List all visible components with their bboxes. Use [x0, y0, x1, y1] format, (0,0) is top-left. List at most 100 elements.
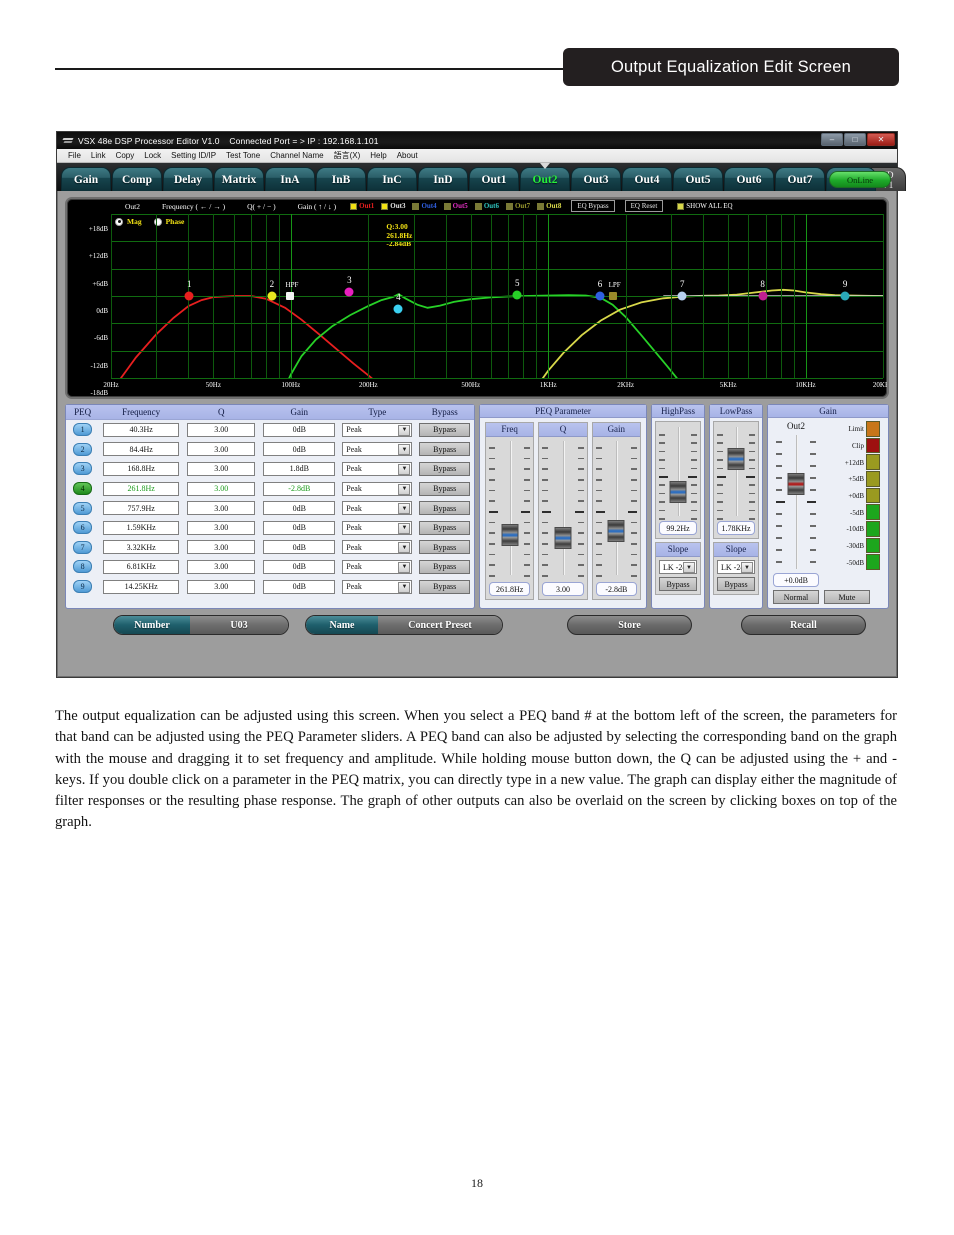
menu-item-setting-id-ip[interactable]: Setting ID/IP [166, 151, 221, 160]
lowpass-value-field[interactable]: 1.78KHz [717, 521, 755, 535]
peq-q-field-2[interactable]: 3.00 [187, 442, 256, 457]
overlay-toggle-out7[interactable]: Out7 [505, 202, 530, 210]
overlay-toggle-out4[interactable]: Out4 [412, 202, 437, 210]
peq-row-4[interactable]: 4 261.8Hz 3.00 -2.8dB Peak ▼ Bypass [66, 479, 474, 499]
peq-row-1[interactable]: 1 40.3Hz 3.00 0dB Peak ▼ Bypass [66, 420, 474, 440]
peq-frequency-field-3[interactable]: 168.8Hz [103, 461, 180, 476]
peq-gain-field-1[interactable]: 0dB [263, 422, 336, 437]
gain-slider-thumb[interactable] [787, 473, 805, 495]
peq-band-button-6[interactable]: 6 [73, 521, 93, 535]
online-status-button[interactable]: OnLine [829, 171, 891, 188]
eq-band-marker-6[interactable] [595, 291, 605, 301]
tab-ina[interactable]: InA [265, 167, 315, 191]
peq-bypass-button-6[interactable]: Bypass [419, 520, 470, 535]
eq-bypass-button[interactable]: EQ Bypass [571, 200, 615, 212]
tab-out1[interactable]: Out1 [469, 167, 519, 191]
peq-row-2[interactable]: 2 84.4Hz 3.00 0dB Peak ▼ Bypass [66, 440, 474, 460]
preset-name-pill[interactable]: Name Concert Preset [305, 615, 503, 635]
graph-plot-area[interactable]: Mag Phase Q:3.00 261.8Hz -2.84dB 1 2 HPF 3 4… [111, 214, 884, 379]
close-button[interactable]: ✕ [867, 133, 895, 146]
peq-gain-field-8[interactable]: 0dB [263, 559, 336, 574]
menu-item-copy[interactable]: Copy [111, 151, 140, 160]
menu-item-language[interactable]: 語言(X) [329, 150, 366, 161]
peq-row-6[interactable]: 6 1.59KHz 3.00 0dB Peak ▼ Bypass [66, 518, 474, 538]
peq-band-button-9[interactable]: 9 [73, 580, 93, 594]
peq-type-select-3[interactable]: Peak ▼ [342, 461, 413, 476]
peq-band-button-3[interactable]: 3 [73, 462, 93, 476]
menu-item-lock[interactable]: Lock [139, 151, 166, 160]
eq-reset-button[interactable]: EQ Reset [624, 200, 664, 212]
peq-type-select-5[interactable]: Peak ▼ [342, 501, 413, 516]
tab-out7[interactable]: Out7 [775, 167, 825, 191]
eq-band-marker-5[interactable] [512, 290, 522, 300]
show-all-eq-toggle[interactable]: SHOW ALL EQ [677, 202, 733, 210]
tab-inc[interactable]: InC [367, 167, 417, 191]
overlay-toggle-out5[interactable]: Out5 [443, 202, 468, 210]
gain-output-value-field[interactable]: +0.0dB [773, 573, 819, 587]
overlay-toggle-out6[interactable]: Out6 [474, 202, 499, 210]
peq-q-field-4[interactable]: 3.00 [187, 481, 256, 496]
eq-band-marker-9[interactable] [840, 291, 850, 301]
tab-inb[interactable]: InB [316, 167, 366, 191]
peq-type-select-4[interactable]: Peak ▼ [342, 481, 413, 496]
eq-band-marker-1[interactable] [184, 291, 194, 301]
peq-type-select-6[interactable]: Peak ▼ [342, 520, 413, 535]
gain-mute-button[interactable]: Mute [824, 590, 870, 604]
peq-frequency-field-8[interactable]: 6.81KHz [103, 559, 180, 574]
peq-bypass-button-9[interactable]: Bypass [419, 579, 470, 594]
peq-type-select-7[interactable]: Peak ▼ [342, 540, 413, 555]
mag-radio[interactable] [115, 217, 123, 226]
peq-bypass-button-5[interactable]: Bypass [419, 501, 470, 516]
peq-frequency-field-7[interactable]: 3.32KHz [103, 540, 180, 555]
gain-slider-thumb[interactable] [607, 520, 625, 542]
recall-button[interactable]: Recall [741, 615, 866, 635]
peq-gain-field-6[interactable]: 0dB [263, 520, 336, 535]
highpass-value-field[interactable]: 99.2Hz [659, 521, 697, 535]
menu-item-about[interactable]: About [392, 151, 423, 160]
peq-bypass-button-4[interactable]: Bypass [419, 481, 470, 496]
menu-item-file[interactable]: File [63, 151, 86, 160]
tab-comp[interactable]: Comp [112, 167, 162, 191]
peq-gain-field-2[interactable]: 0dB [263, 442, 336, 457]
peq-bypass-button-7[interactable]: Bypass [419, 540, 470, 555]
lowpass-bypass-button[interactable]: Bypass [717, 577, 755, 591]
minimize-button[interactable]: – [821, 133, 843, 146]
peq-band-button-8[interactable]: 8 [73, 560, 93, 574]
tab-delay[interactable]: Delay [163, 167, 213, 191]
preset-number-pill[interactable]: Number U03 [113, 615, 289, 635]
highpass-slope-select[interactable]: LK -24 ▼ [659, 560, 697, 574]
peq-frequency-field-4[interactable]: 261.8Hz [103, 481, 180, 496]
peq-type-select-1[interactable]: Peak ▼ [342, 422, 413, 437]
peq-row-3[interactable]: 3 168.8Hz 3.00 1.8dB Peak ▼ Bypass [66, 459, 474, 479]
freq-slider-thumb[interactable] [501, 524, 519, 546]
tab-ind[interactable]: InD [418, 167, 468, 191]
peq-band-button-7[interactable]: 7 [73, 540, 93, 554]
peq-band-button-5[interactable]: 5 [73, 501, 93, 515]
eq-band-marker-7[interactable] [677, 291, 687, 301]
highpass-bypass-button[interactable]: Bypass [659, 577, 697, 591]
peq-row-9[interactable]: 9 14.25KHz 3.00 0dB Peak ▼ Bypass [66, 577, 474, 597]
maximize-button[interactable]: □ [844, 133, 866, 146]
eq-band-marker-hpf[interactable] [285, 292, 294, 300]
peq-row-8[interactable]: 8 6.81KHz 3.00 0dB Peak ▼ Bypass [66, 557, 474, 577]
gain-normal-button[interactable]: Normal [773, 590, 819, 604]
tab-out2[interactable]: Out2 [520, 163, 570, 191]
gain-value-field[interactable]: -2.8dB [595, 582, 637, 596]
peq-q-field-5[interactable]: 3.00 [187, 501, 256, 516]
eq-band-marker-8[interactable] [758, 291, 768, 301]
freq-value-field[interactable]: 261.8Hz [489, 582, 531, 596]
peq-frequency-field-2[interactable]: 84.4Hz [103, 442, 180, 457]
peq-bypass-button-8[interactable]: Bypass [419, 559, 470, 574]
peq-frequency-field-1[interactable]: 40.3Hz [103, 422, 180, 437]
peq-frequency-field-9[interactable]: 14.25KHz [103, 579, 180, 594]
tab-out4[interactable]: Out4 [622, 167, 672, 191]
menu-item-link[interactable]: Link [86, 151, 111, 160]
peq-q-field-8[interactable]: 3.00 [187, 559, 256, 574]
peq-q-field-9[interactable]: 3.00 [187, 579, 256, 594]
eq-band-marker-3[interactable] [344, 287, 354, 297]
peq-bypass-button-2[interactable]: Bypass [419, 442, 470, 457]
tab-out6[interactable]: Out6 [724, 167, 774, 191]
lowpass-slider-thumb[interactable] [727, 448, 745, 470]
peq-gain-field-9[interactable]: 0dB [263, 579, 336, 594]
overlay-toggle-out3[interactable]: Out3 [381, 202, 405, 210]
